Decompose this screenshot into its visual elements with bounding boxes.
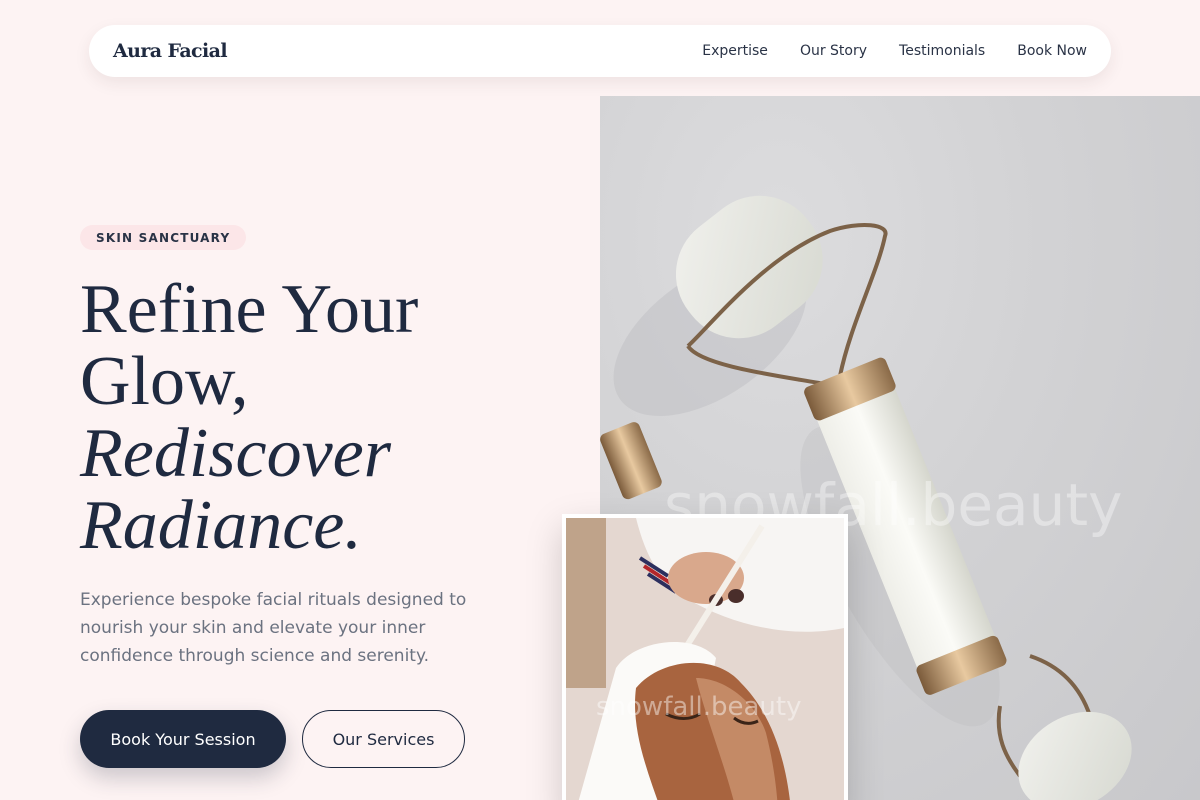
nav-links: Expertise Our Story Testimonials Book No…: [702, 43, 1087, 59]
nav-link-testimonials[interactable]: Testimonials: [899, 43, 985, 59]
headline-line-2: Glow,: [80, 343, 249, 420]
facial-mask-illustration: [566, 518, 844, 800]
hero-description: Experience bespoke facial rituals design…: [80, 590, 467, 666]
inset-photo-watermark: snowfall.beauty: [596, 692, 802, 722]
inset-photo-frame: snowfall.beauty: [562, 514, 848, 800]
nav-link-expertise[interactable]: Expertise: [702, 43, 768, 59]
brand-logo[interactable]: Aura Facial: [113, 40, 228, 62]
headline-line-3: Rediscover: [80, 415, 391, 492]
top-navigation: Aura Facial Expertise Our Story Testimon…: [89, 25, 1111, 77]
hero-headline: Refine Your Glow, Rediscover Radiance.: [80, 274, 550, 562]
book-session-button[interactable]: Book Your Session: [80, 710, 286, 768]
section-badge: SKIN SANCTUARY: [80, 225, 247, 250]
nav-link-our-story[interactable]: Our Story: [800, 43, 867, 59]
inset-photo-facial-mask: snowfall.beauty: [566, 518, 844, 800]
nav-link-book-now[interactable]: Book Now: [1017, 43, 1087, 59]
our-services-button[interactable]: Our Services: [302, 710, 465, 768]
headline-line-4: Radiance.: [80, 487, 362, 564]
headline-line-1: Refine Your: [80, 271, 419, 348]
